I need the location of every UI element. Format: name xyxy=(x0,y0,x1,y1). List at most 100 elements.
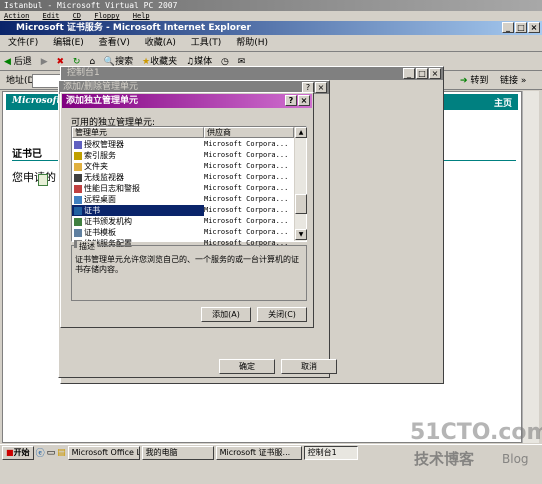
links-button[interactable]: 链接 » xyxy=(500,73,526,89)
ie-menu-bar: 文件(F) 编辑(E) 查看(V) 收藏(A) 工具(T) 帮助(H) xyxy=(0,35,542,52)
snapin-vendor: Microsoft Corpora... xyxy=(204,151,289,159)
snapin-list[interactable]: 管理单元 供应商 授权管理器 Microsoft Corpora... 索引服务 Mi… xyxy=(71,126,307,248)
snapin-icon xyxy=(74,162,82,171)
snapin-icon xyxy=(74,151,82,160)
snapin-row[interactable]: 文件夹 Microsoft Corpora... xyxy=(72,161,294,172)
menu-edit[interactable]: 编辑(E) xyxy=(53,38,84,48)
ie-title: Microsoft 证书服务 - Microsoft Internet Expl… xyxy=(16,23,251,33)
scroll-thumb[interactable] xyxy=(295,194,307,214)
close-button[interactable]: × xyxy=(528,22,540,33)
snapin-name: 证书颁发机构 xyxy=(72,216,204,227)
scroll-down-button[interactable]: ▼ xyxy=(295,229,307,240)
standalone-title: 添加独立管理单元 xyxy=(66,96,139,106)
snapin-icon xyxy=(74,195,82,204)
column-snapin[interactable]: 管理单元 xyxy=(72,127,204,138)
snapin-icon xyxy=(74,228,82,237)
go-icon: ➔ xyxy=(460,76,468,86)
certificate-icon[interactable] xyxy=(38,174,48,186)
minimize-button[interactable]: _ xyxy=(502,22,514,33)
start-button[interactable]: ■开始 xyxy=(2,445,34,460)
snapin-row[interactable]: 证书模板 Microsoft Corpora... xyxy=(72,227,294,238)
back-icon: ◀ xyxy=(4,57,11,67)
snapin-name: 授权管理器 xyxy=(72,139,204,150)
description-label: 描述 xyxy=(77,241,97,252)
add-standalone-snapin-dialog: 添加独立管理单元 ? × 可用的独立管理单元: 管理单元 供应商 授权管理器 Mi… xyxy=(60,92,314,328)
standalone-help-button[interactable]: ? xyxy=(285,95,297,106)
vpc-menu-help[interactable]: Help xyxy=(133,12,150,20)
menu-favorites[interactable]: 收藏(A) xyxy=(145,38,176,48)
snapin-icon xyxy=(74,217,82,226)
snapin-row[interactable]: 证书 Microsoft Corpora... xyxy=(72,205,294,216)
taskbar-task[interactable]: 控制台1 xyxy=(303,445,358,460)
add-button[interactable]: 添加(A) xyxy=(201,307,251,322)
snapin-name: 索引服务 xyxy=(72,150,204,161)
vpc-menu-cd[interactable]: CD xyxy=(73,12,81,20)
snapin-vendor: Microsoft Corpora... xyxy=(204,217,289,225)
ie-title-bar: Microsoft 证书服务 - Microsoft Internet Expl… xyxy=(0,21,542,35)
forward-button[interactable]: ▶ xyxy=(41,53,48,71)
snapin-icon xyxy=(74,206,82,215)
taskbar-task[interactable]: Microsoft Office Li... xyxy=(67,445,140,460)
menu-help[interactable]: 帮助(H) xyxy=(236,38,268,48)
taskbar-task[interactable]: Microsoft 证书服... xyxy=(215,445,302,460)
snapin-name: 远程桌面 xyxy=(72,194,204,205)
snapin-icon xyxy=(74,173,82,182)
vpc-menu-floppy[interactable]: Floppy xyxy=(94,12,119,20)
home-link[interactable]: 主页 xyxy=(494,96,512,109)
taskbar-task[interactable]: 我的电脑 xyxy=(141,445,214,460)
list-header: 管理单元 供应商 xyxy=(72,127,294,138)
standalone-close-button[interactable]: × xyxy=(298,95,310,106)
snapin-row[interactable]: 授权管理器 Microsoft Corpora... xyxy=(72,139,294,150)
menu-tools[interactable]: 工具(T) xyxy=(191,38,222,48)
forward-icon: ▶ xyxy=(40,57,48,67)
snapin-vendor: Microsoft Corpora... xyxy=(204,184,289,192)
maximize-button[interactable]: □ xyxy=(515,22,527,33)
snapin-row[interactable]: 证书颁发机构 Microsoft Corpora... xyxy=(72,216,294,227)
cancel-button[interactable]: 取消 xyxy=(281,359,337,374)
watermark-sub: 技术博客 xyxy=(414,450,475,468)
watermark-blog: Blog xyxy=(502,452,529,466)
vpc-menu-bar: Action Edit CD Floppy Help xyxy=(0,11,542,21)
menu-view[interactable]: 查看(V) xyxy=(99,38,130,48)
console-maximize-button[interactable]: □ xyxy=(416,68,428,79)
snapin-vendor: Microsoft Corpora... xyxy=(204,162,289,170)
snapin-name: 性能日志和警报 xyxy=(72,183,204,194)
snapin-vendor: Microsoft Corpora... xyxy=(204,206,289,214)
console-title-bar: 控制台1 _ □ × xyxy=(61,67,443,80)
snapin-icon xyxy=(74,184,82,193)
snapin-name: 证书 xyxy=(72,205,204,216)
menu-file[interactable]: 文件(F) xyxy=(8,38,38,48)
back-button[interactable]: ◀ 后退 xyxy=(4,53,32,71)
snapin-vendor: Microsoft Corpora... xyxy=(204,173,289,181)
console-minimize-button[interactable]: _ xyxy=(403,68,415,79)
snapin-row[interactable]: 远程桌面 Microsoft Corpora... xyxy=(72,194,294,205)
folder-quicklaunch-icon[interactable]: ▤ xyxy=(57,448,66,458)
go-button[interactable]: ➔ 转到 xyxy=(460,73,488,89)
windows-logo-icon: ■ xyxy=(6,447,14,457)
snapin-row[interactable]: 性能日志和警报 Microsoft Corpora... xyxy=(72,183,294,194)
scroll-up-button[interactable]: ▲ xyxy=(295,127,307,138)
snapin-row[interactable]: 索引服务 Microsoft Corpora... xyxy=(72,150,294,161)
snapin-row[interactable]: 无线监视器 Microsoft Corpora... xyxy=(72,172,294,183)
page-text: 您申请的 xyxy=(12,171,56,184)
snapin-name: 证书模板 xyxy=(72,227,204,238)
column-vendor[interactable]: 供应商 xyxy=(204,127,294,138)
ok-button[interactable]: 确定 xyxy=(219,359,275,374)
ie-quicklaunch-icon[interactable]: ⓔ xyxy=(36,446,45,459)
list-scrollbar[interactable]: ▲ ▼ xyxy=(294,127,307,241)
console-close-button[interactable]: × xyxy=(429,68,441,79)
desktop-quicklaunch-icon[interactable]: ▭ xyxy=(47,448,56,458)
snapin-name: 文件夹 xyxy=(72,161,204,172)
add-remove-close-button[interactable]: × xyxy=(315,82,327,93)
vpc-menu-action[interactable]: Action xyxy=(4,12,29,20)
page-scrollbar[interactable] xyxy=(522,91,539,443)
standalone-title-bar: 添加独立管理单元 ? × xyxy=(62,94,312,108)
add-remove-title: 添加/删除管理单元 xyxy=(63,82,139,92)
vpc-menu-edit[interactable]: Edit xyxy=(43,12,60,20)
banner-brand: Microsoft xyxy=(12,96,61,106)
vpc-title-bar: Istanbul - Microsoft Virtual PC 2007 xyxy=(0,0,542,11)
snapin-vendor: Microsoft Corpora... xyxy=(204,140,289,148)
close-dialog-button[interactable]: 关闭(C) xyxy=(257,307,307,322)
snapin-name: 无线监视器 xyxy=(72,172,204,183)
snapin-vendor: Microsoft Corpora... xyxy=(204,228,289,236)
